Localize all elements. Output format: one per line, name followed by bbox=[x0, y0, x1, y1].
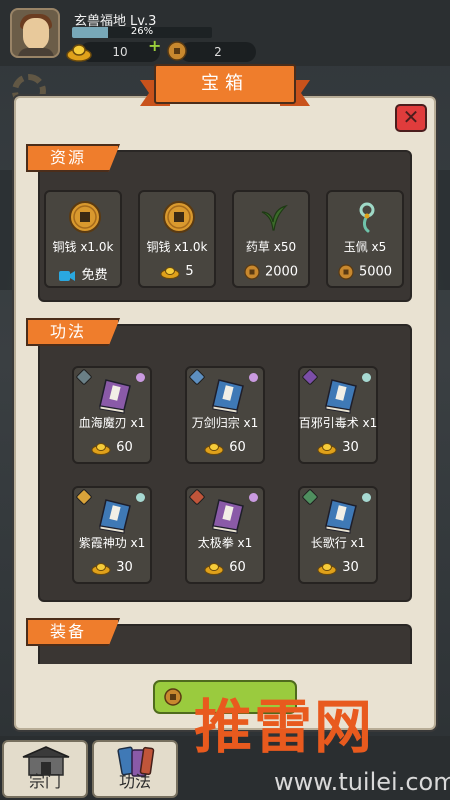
skill-name: 血海魔刃 x1 bbox=[78, 416, 146, 430]
herb-icon bbox=[261, 204, 288, 231]
resource-price-text: 免费 bbox=[81, 268, 108, 283]
skill-type-badge bbox=[188, 368, 206, 386]
skill-price: 60 bbox=[74, 440, 150, 455]
add-gold-button[interactable]: + bbox=[148, 36, 161, 55]
skill-book-icon bbox=[325, 499, 357, 534]
skill-price: 60 bbox=[187, 560, 263, 575]
skill-price-text: 30 bbox=[342, 560, 359, 575]
xp-percent-text: 26% bbox=[130, 27, 154, 37]
player-avatar[interactable] bbox=[10, 8, 60, 58]
skill-name: 太极拳 x1 bbox=[197, 536, 253, 550]
resource-price: 免费 bbox=[46, 264, 120, 283]
rarity-dot bbox=[136, 493, 145, 502]
skill-type-badge bbox=[75, 488, 93, 506]
skill-card[interactable]: 百邪引毒术 x1 30 bbox=[298, 366, 378, 464]
copper-coin-icon bbox=[164, 688, 182, 706]
resource-price: 5 bbox=[140, 264, 214, 279]
modal-title-ribbon: 宝箱 bbox=[140, 64, 310, 108]
rarity-dot bbox=[136, 373, 145, 382]
copper-coin-icon bbox=[163, 201, 195, 233]
rarity-dot bbox=[249, 493, 258, 502]
skill-type-badge bbox=[301, 488, 319, 506]
skill-name: 万剑归宗 x1 bbox=[191, 416, 259, 430]
resource-card-jade[interactable]: 玉佩 x5 5000 bbox=[326, 190, 404, 288]
top-status-bar: 玄兽福地 Lv.3 26% 10 + 2 bbox=[0, 0, 450, 66]
close-button[interactable]: ✕ bbox=[395, 104, 427, 132]
resource-price-text: 5 bbox=[185, 264, 194, 279]
nav-tab-skills[interactable]: 功法 bbox=[92, 740, 178, 798]
gold-ingot-icon bbox=[91, 442, 111, 455]
avatar-face bbox=[23, 18, 49, 50]
gold-ingot-icon bbox=[160, 266, 180, 279]
skill-price-text: 60 bbox=[229, 440, 246, 455]
nav-tab-label: 功法 bbox=[118, 772, 151, 791]
rarity-dot bbox=[362, 373, 371, 382]
skill-card[interactable]: 太极拳 x1 60 bbox=[185, 486, 265, 584]
copper-coin-counter: 2 bbox=[180, 42, 256, 62]
resources-section-label: 资源 bbox=[26, 144, 120, 172]
gold-ingot-icon bbox=[204, 442, 224, 455]
skill-price-text: 60 bbox=[116, 440, 133, 455]
equipment-section-label: 装备 bbox=[26, 618, 120, 646]
skill-type-badge bbox=[75, 368, 93, 386]
skill-card[interactable]: 紫霞神功 x1 30 bbox=[72, 486, 152, 584]
gold-ingot-icon bbox=[317, 442, 337, 455]
watermark-logo-text: 推雷网 bbox=[194, 693, 375, 761]
skill-price: 30 bbox=[300, 440, 376, 455]
resource-name: 铜钱 x1.0k bbox=[146, 240, 208, 254]
nav-tab-sect[interactable]: 宗门 bbox=[2, 740, 88, 798]
video-icon bbox=[59, 270, 76, 281]
skill-type-badge bbox=[188, 488, 206, 506]
gold-ingot-count: 10 bbox=[112, 45, 128, 59]
skill-book-icon bbox=[212, 499, 244, 534]
xp-progress-bar: 26% bbox=[72, 27, 212, 38]
skill-book-icon bbox=[325, 379, 357, 414]
copper-coin-icon bbox=[244, 264, 260, 280]
resource-price: 2000 bbox=[234, 264, 308, 280]
skill-name: 长歌行 x1 bbox=[310, 536, 366, 550]
watermark-url: www.tuilei.com bbox=[274, 768, 450, 796]
resource-card-copper-gold[interactable]: 铜钱 x1.0k 5 bbox=[138, 190, 216, 288]
skill-name: 紫霞神功 x1 bbox=[78, 536, 146, 550]
avatar-body bbox=[18, 48, 54, 56]
gold-ingot-icon bbox=[91, 562, 111, 575]
resource-card-herb[interactable]: 药草 x50 2000 bbox=[232, 190, 310, 288]
skill-price-text: 30 bbox=[342, 440, 359, 455]
skill-name: 百邪引毒术 x1 bbox=[298, 416, 378, 430]
skill-card[interactable]: 万剑归宗 x1 60 bbox=[185, 366, 265, 464]
skill-price-text: 30 bbox=[116, 560, 133, 575]
rarity-dot bbox=[362, 493, 371, 502]
resource-name: 铜钱 x1.0k bbox=[52, 240, 114, 254]
gold-ingot-icon bbox=[66, 44, 92, 62]
skill-book-icon bbox=[99, 499, 131, 534]
nav-tab-label: 宗门 bbox=[28, 772, 61, 791]
copper-coin-count: 2 bbox=[214, 45, 222, 59]
jade-pendant-icon bbox=[359, 202, 375, 233]
watermark: 推雷网 www.tuilei.com bbox=[184, 680, 450, 800]
skill-card[interactable]: 长歌行 x1 30 bbox=[298, 486, 378, 584]
resource-name: 药草 x50 bbox=[245, 240, 297, 254]
resource-price: 5000 bbox=[328, 264, 402, 280]
skill-book-icon bbox=[99, 379, 131, 414]
skill-type-badge bbox=[301, 368, 319, 386]
skill-price: 30 bbox=[300, 560, 376, 575]
copper-coin-icon bbox=[167, 41, 187, 61]
skill-price: 60 bbox=[187, 440, 263, 455]
skill-price-text: 60 bbox=[229, 560, 246, 575]
modal-title: 宝箱 bbox=[154, 64, 296, 104]
gold-ingot-icon bbox=[317, 562, 337, 575]
copper-coin-icon bbox=[69, 201, 101, 233]
skills-section-label: 功法 bbox=[26, 318, 120, 346]
resource-name: 玉佩 x5 bbox=[343, 240, 387, 254]
resource-price-text: 5000 bbox=[358, 264, 393, 280]
skill-card[interactable]: 血海魔刃 x1 60 bbox=[72, 366, 152, 464]
rarity-dot bbox=[249, 373, 258, 382]
skill-book-icon bbox=[212, 379, 244, 414]
gold-ingot-icon bbox=[204, 562, 224, 575]
copper-coin-icon bbox=[338, 264, 354, 280]
resource-price-text: 2000 bbox=[264, 264, 299, 280]
skill-price: 30 bbox=[74, 560, 150, 575]
resource-card-copper-free[interactable]: 铜钱 x1.0k 免费 bbox=[44, 190, 122, 288]
